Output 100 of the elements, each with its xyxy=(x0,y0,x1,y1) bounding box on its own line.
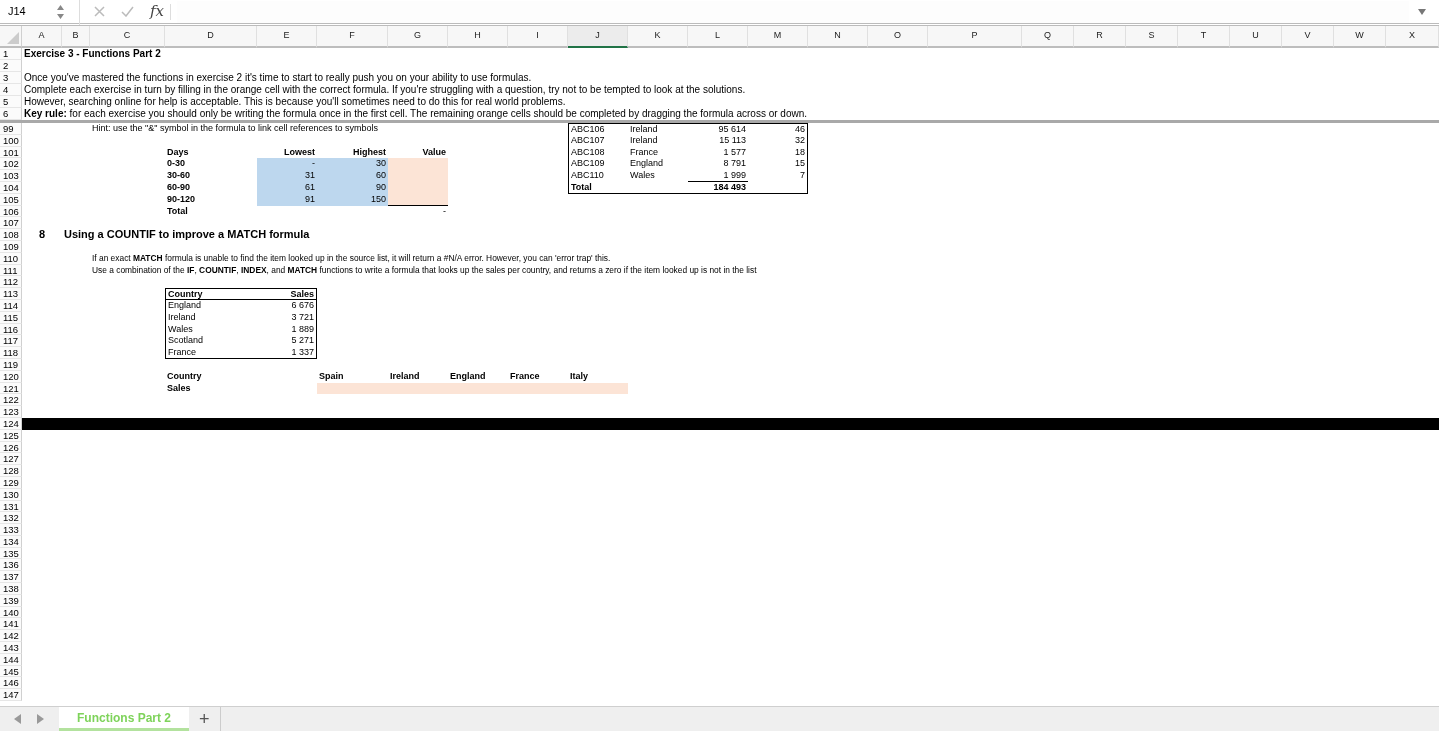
row-number[interactable]: 108 xyxy=(0,229,22,241)
row-number[interactable]: 133 xyxy=(0,524,22,536)
column-header[interactable]: R xyxy=(1074,26,1126,48)
sheet-cell: Total xyxy=(568,182,628,194)
next-sheet-icon[interactable] xyxy=(37,714,44,724)
row-number[interactable]: 146 xyxy=(0,677,22,690)
name-box[interactable]: J14 xyxy=(0,3,56,20)
column-header[interactable]: G xyxy=(388,26,448,48)
column-header[interactable]: T xyxy=(1178,26,1230,48)
sheet-cell: Sales xyxy=(257,288,317,300)
row-number[interactable]: 1 xyxy=(0,48,22,60)
sheet-cell-text: Complete each exercise in turn by filling in the orange cell with the correct formula. If you're struggling with a question, try not to be tempted to look at the solutions. xyxy=(23,84,747,96)
sheet-cell: 31 xyxy=(257,170,317,182)
sheet-cell-text: Highest xyxy=(352,146,387,159)
sheet-cell-text: Use a combination of the IF, COUNTIF, INDEX, and MATCH functions to write a formula that looks up the sales per country, and returns a zero if the item looked up is not in the list xyxy=(91,264,758,277)
row-number[interactable]: 112 xyxy=(0,276,22,289)
sheet-cell: France xyxy=(165,347,257,359)
row-number[interactable]: 118 xyxy=(0,347,22,359)
column-header[interactable]: M xyxy=(748,26,808,48)
column-header[interactable]: D xyxy=(165,26,257,48)
sheet-cell: 46 xyxy=(748,123,808,135)
row-number[interactable]: 127 xyxy=(0,453,22,466)
sheet-cell-text: Country xyxy=(166,370,203,383)
row-number[interactable]: 123 xyxy=(0,406,22,418)
add-sheet-button[interactable]: + xyxy=(189,707,221,731)
column-header[interactable]: Q xyxy=(1022,26,1074,48)
row-number[interactable]: 5 xyxy=(0,96,22,108)
column-header[interactable]: I xyxy=(508,26,568,48)
column-header[interactable]: A xyxy=(22,26,62,48)
row-number[interactable]: 102 xyxy=(0,158,22,171)
sheet-cell: 95 614 xyxy=(688,123,748,135)
sheet-cell-text: France xyxy=(629,146,659,159)
sheet-cell-text: 15 113 xyxy=(718,134,747,147)
row-number[interactable]: 3 xyxy=(0,72,22,84)
dropdown-caret-icon[interactable] xyxy=(1417,7,1427,16)
row-number[interactable]: 2 xyxy=(0,60,22,72)
row-number[interactable]: 117 xyxy=(0,335,22,348)
sheet-cell: Wales xyxy=(165,323,257,336)
shaded-cell[interactable] xyxy=(388,158,448,171)
column-header[interactable]: J xyxy=(568,26,628,48)
previous-sheet-icon[interactable] xyxy=(14,714,21,724)
column-header[interactable]: K xyxy=(628,26,688,48)
column-header[interactable]: S xyxy=(1126,26,1178,48)
row-number[interactable]: 122 xyxy=(0,394,22,407)
sheet-cell: 7 xyxy=(748,170,808,182)
column-header[interactable]: L xyxy=(688,26,748,48)
sheet-cell-text: Value xyxy=(421,146,447,159)
row-number[interactable]: 141 xyxy=(0,618,22,631)
column-header[interactable]: N xyxy=(808,26,868,48)
sheet-cell: Ireland xyxy=(165,311,257,324)
sheet-cell-text: Italy xyxy=(569,370,589,383)
function-button[interactable]: fx xyxy=(150,4,164,19)
sheet-cell-text: Once you've mastered the functions in exercise 2 it's time to start to really push you on your ability to use formulas. xyxy=(23,72,533,84)
stepper-icon[interactable] xyxy=(56,3,65,20)
row-number[interactable]: 99 xyxy=(0,123,22,135)
column-header[interactable]: B xyxy=(62,26,90,48)
shaded-cell[interactable] xyxy=(317,382,388,395)
sheet-cell: 32 xyxy=(748,134,808,147)
row-number[interactable]: 103 xyxy=(0,170,22,182)
row-number[interactable]: 143 xyxy=(0,642,22,654)
row-number[interactable]: 137 xyxy=(0,571,22,584)
select-all-icon[interactable] xyxy=(7,32,19,44)
row-number[interactable]: 113 xyxy=(0,288,22,300)
column-header[interactable]: O xyxy=(868,26,928,48)
column-header[interactable]: H xyxy=(448,26,508,48)
sheet-cell: - xyxy=(257,158,317,171)
sheet-cell: 1 889 xyxy=(257,323,317,336)
row-number[interactable]: 138 xyxy=(0,583,22,595)
sheet-cell: 60 xyxy=(317,170,388,182)
shaded-cell[interactable] xyxy=(568,382,628,395)
sheet-cell: ABC110 xyxy=(568,170,628,182)
row-number[interactable]: 136 xyxy=(0,559,22,572)
sheet-cell-text: 1 577 xyxy=(722,146,747,159)
sheet-cell-text: Using a COUNTIF to improve a MATCH formula xyxy=(63,229,311,241)
column-header[interactable]: F xyxy=(317,26,388,48)
row-number[interactable]: 6 xyxy=(0,108,22,120)
column-header[interactable]: U xyxy=(1230,26,1282,48)
row-number[interactable]: 142 xyxy=(0,630,22,643)
sheet-cell-text: 90-120 xyxy=(166,193,197,206)
column-header[interactable]: E xyxy=(257,26,317,48)
row-number[interactable]: 4 xyxy=(0,84,22,96)
sheet-cell: 184 493 xyxy=(688,182,748,194)
cancel-icon[interactable] xyxy=(94,6,105,17)
column-header[interactable]: P xyxy=(928,26,1022,48)
column-header[interactable]: C xyxy=(90,26,165,48)
sheet-cell: Scotland xyxy=(165,335,257,348)
column-header[interactable]: V xyxy=(1282,26,1334,48)
sheet-cell-text: 0-30 xyxy=(166,158,186,171)
sheet-cell-text: Sales xyxy=(166,382,192,395)
row-number[interactable]: 132 xyxy=(0,512,22,525)
row-number[interactable]: 147 xyxy=(0,689,22,702)
column-header[interactable]: X xyxy=(1386,26,1439,48)
sheet-cell: ABC107 xyxy=(568,134,628,147)
sheet-cell-text: Total xyxy=(166,205,189,218)
sheet-cell-text: 60-90 xyxy=(166,182,192,194)
row-number[interactable]: 128 xyxy=(0,465,22,477)
sheet-cell: 1 999 xyxy=(688,170,748,182)
check-icon[interactable] xyxy=(121,6,134,17)
column-header[interactable]: W xyxy=(1334,26,1386,48)
row-number[interactable]: 107 xyxy=(0,217,22,230)
